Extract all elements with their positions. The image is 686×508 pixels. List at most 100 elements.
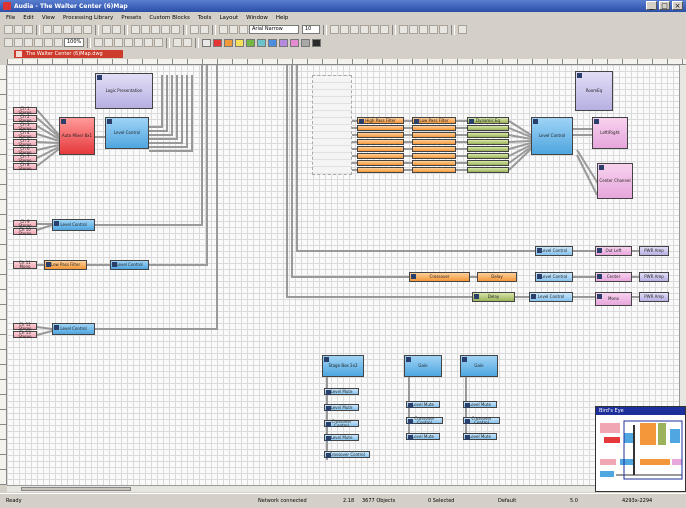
high-pass-filter-block[interactable]	[357, 146, 404, 152]
menu-layout[interactable]: Layout	[219, 15, 238, 21]
level-control-block[interactable]: Level Control	[535, 246, 573, 256]
close-icon[interactable]: ×	[672, 1, 683, 10]
high-pass-filter-block[interactable]: Crossover	[409, 272, 470, 282]
print-icon[interactable]	[102, 25, 111, 34]
auto-mixer-block[interactable]: Auto Mixer 8x1	[59, 117, 95, 155]
route-icon[interactable]	[200, 25, 209, 34]
chain-block[interactable]: Crossover Control	[324, 419, 359, 427]
low-pass-filter-block[interactable]	[412, 146, 456, 152]
redo-icon[interactable]	[83, 25, 92, 34]
speaker-delay-block[interactable]: Delay	[472, 292, 515, 302]
toolbar-options-icon[interactable]	[458, 25, 467, 34]
input-block[interactable]: Ch 9 Stereo	[13, 219, 37, 227]
chain-block[interactable]: Crossover Control	[463, 416, 500, 424]
scroll-thumb[interactable]	[21, 487, 131, 491]
input-block[interactable]: Ch 5 Stereo	[13, 138, 37, 146]
menu-tools[interactable]: Tools	[198, 15, 212, 21]
move-icon[interactable]	[24, 38, 33, 47]
font-name-select[interactable]: Arial Narrow	[249, 25, 299, 34]
dynamic-eq-block[interactable]	[467, 160, 509, 166]
minimize-icon[interactable]: _	[646, 1, 657, 10]
menu-presets[interactable]: Presets	[121, 15, 141, 21]
menu-help[interactable]: Help	[276, 15, 289, 21]
maximize-icon[interactable]: □	[659, 1, 670, 10]
align-center-icon[interactable]	[370, 25, 379, 34]
horizontal-scrollbar[interactable]	[7, 485, 679, 492]
zoom-in-icon[interactable]	[34, 38, 43, 47]
input-block[interactable]: Ch 2 Stereo	[13, 114, 37, 122]
chain-block[interactable]: Crossover Control	[406, 416, 443, 424]
high-pass-filter-block[interactable]	[357, 167, 404, 173]
chain-block[interactable]: Level Mute	[406, 433, 440, 440]
chain-block[interactable]: Level Mute	[463, 433, 497, 440]
level-control-block[interactable]: Level Control	[110, 260, 149, 270]
fill-color-icon[interactable]	[409, 25, 418, 34]
connect-device-icon[interactable]	[183, 38, 192, 47]
high-pass-filter-block[interactable]: High Pass Filter	[357, 117, 404, 124]
copy-icon[interactable]	[53, 25, 62, 34]
group-icon[interactable]	[94, 38, 103, 47]
line-color-icon[interactable]	[399, 25, 408, 34]
input-block[interactable]: Ch 7 Stereo	[13, 154, 37, 162]
power-amp-block[interactable]: PWR Amp	[639, 246, 669, 256]
line-style-icon[interactable]	[419, 25, 428, 34]
dynamic-eq-block[interactable]	[467, 146, 509, 152]
high-pass-filter-block[interactable]	[357, 153, 404, 159]
compile-icon[interactable]	[173, 38, 182, 47]
text-tool-icon[interactable]	[229, 25, 238, 34]
low-pass-filter-block[interactable]	[412, 139, 456, 145]
swatch-green[interactable]	[246, 38, 255, 47]
input-block[interactable]: Ch 6 Stereo	[13, 146, 37, 154]
low-pass-filter-block[interactable]	[412, 125, 456, 131]
low-pass-filter-block[interactable]	[412, 132, 456, 138]
italic-icon[interactable]	[340, 25, 349, 34]
output-block[interactable]: Mono	[595, 292, 632, 306]
shadow-icon[interactable]	[439, 25, 448, 34]
level-control-block[interactable]: Level Control	[52, 219, 95, 231]
chain-block[interactable]: Crossover Control	[324, 451, 370, 458]
output-block[interactable]: Center	[595, 272, 632, 282]
dynamic-eq-block[interactable]	[467, 125, 509, 131]
paste-icon[interactable]	[63, 25, 72, 34]
input-block[interactable]: Ch 13 Stereo	[13, 330, 37, 338]
dynamic-eq-block[interactable]	[467, 153, 509, 159]
chain-block[interactable]: Level Mute	[324, 404, 359, 411]
power-amp-block[interactable]: PWR Amp	[639, 292, 669, 302]
ungroup-icon[interactable]	[104, 38, 113, 47]
gain-block[interactable]: Gain	[460, 355, 498, 377]
menu-edit[interactable]: Edit	[23, 15, 34, 21]
font-size-select[interactable]: 10	[302, 25, 320, 34]
low-pass-filter-block[interactable]	[412, 153, 456, 159]
dynamic-eq-block[interactable]: Dynamic Eq	[467, 117, 509, 124]
low-pass-filter-block[interactable]	[412, 160, 456, 166]
center-output-block[interactable]: Center Channel	[597, 163, 633, 199]
gain-block[interactable]: Gain	[404, 355, 442, 377]
chain-block[interactable]: Level Mute	[463, 401, 497, 408]
input-block[interactable]: Ch 3 Stereo	[13, 122, 37, 130]
text-format-icon[interactable]	[141, 25, 150, 34]
level-control-block[interactable]: Level Control	[535, 272, 573, 282]
snap-icon[interactable]	[171, 25, 180, 34]
input-block[interactable]: Ch 8 Stereo	[13, 162, 37, 170]
line-weight-icon[interactable]	[429, 25, 438, 34]
chain-block[interactable]: Level Mute	[324, 388, 359, 395]
zoom-out-icon[interactable]	[44, 38, 53, 47]
save-icon[interactable]	[24, 25, 33, 34]
new-icon[interactable]	[4, 25, 13, 34]
input-block[interactable]: Ch 10 Stereo	[13, 227, 37, 235]
low-pass-filter-block[interactable]	[412, 167, 456, 173]
chain-block[interactable]: Level Mute	[324, 434, 359, 441]
help-icon[interactable]	[112, 25, 121, 34]
text-icon[interactable]	[131, 25, 140, 34]
swatch-black[interactable]	[312, 38, 321, 47]
input-block[interactable]: Ch 12 Stereo	[13, 322, 37, 330]
swatch-pink[interactable]	[290, 38, 299, 47]
low-pass-filter-block[interactable]: Delay	[477, 272, 517, 282]
align-right-icon[interactable]	[380, 25, 389, 34]
menu-custom-blocks[interactable]: Custom Blocks	[149, 15, 190, 21]
underline-icon[interactable]	[350, 25, 359, 34]
align-icon[interactable]	[161, 25, 170, 34]
high-pass-filter-block[interactable]	[357, 139, 404, 145]
low-pass-filter-block[interactable]: Low Pass Filter	[412, 117, 456, 124]
flip-icon[interactable]	[144, 38, 153, 47]
